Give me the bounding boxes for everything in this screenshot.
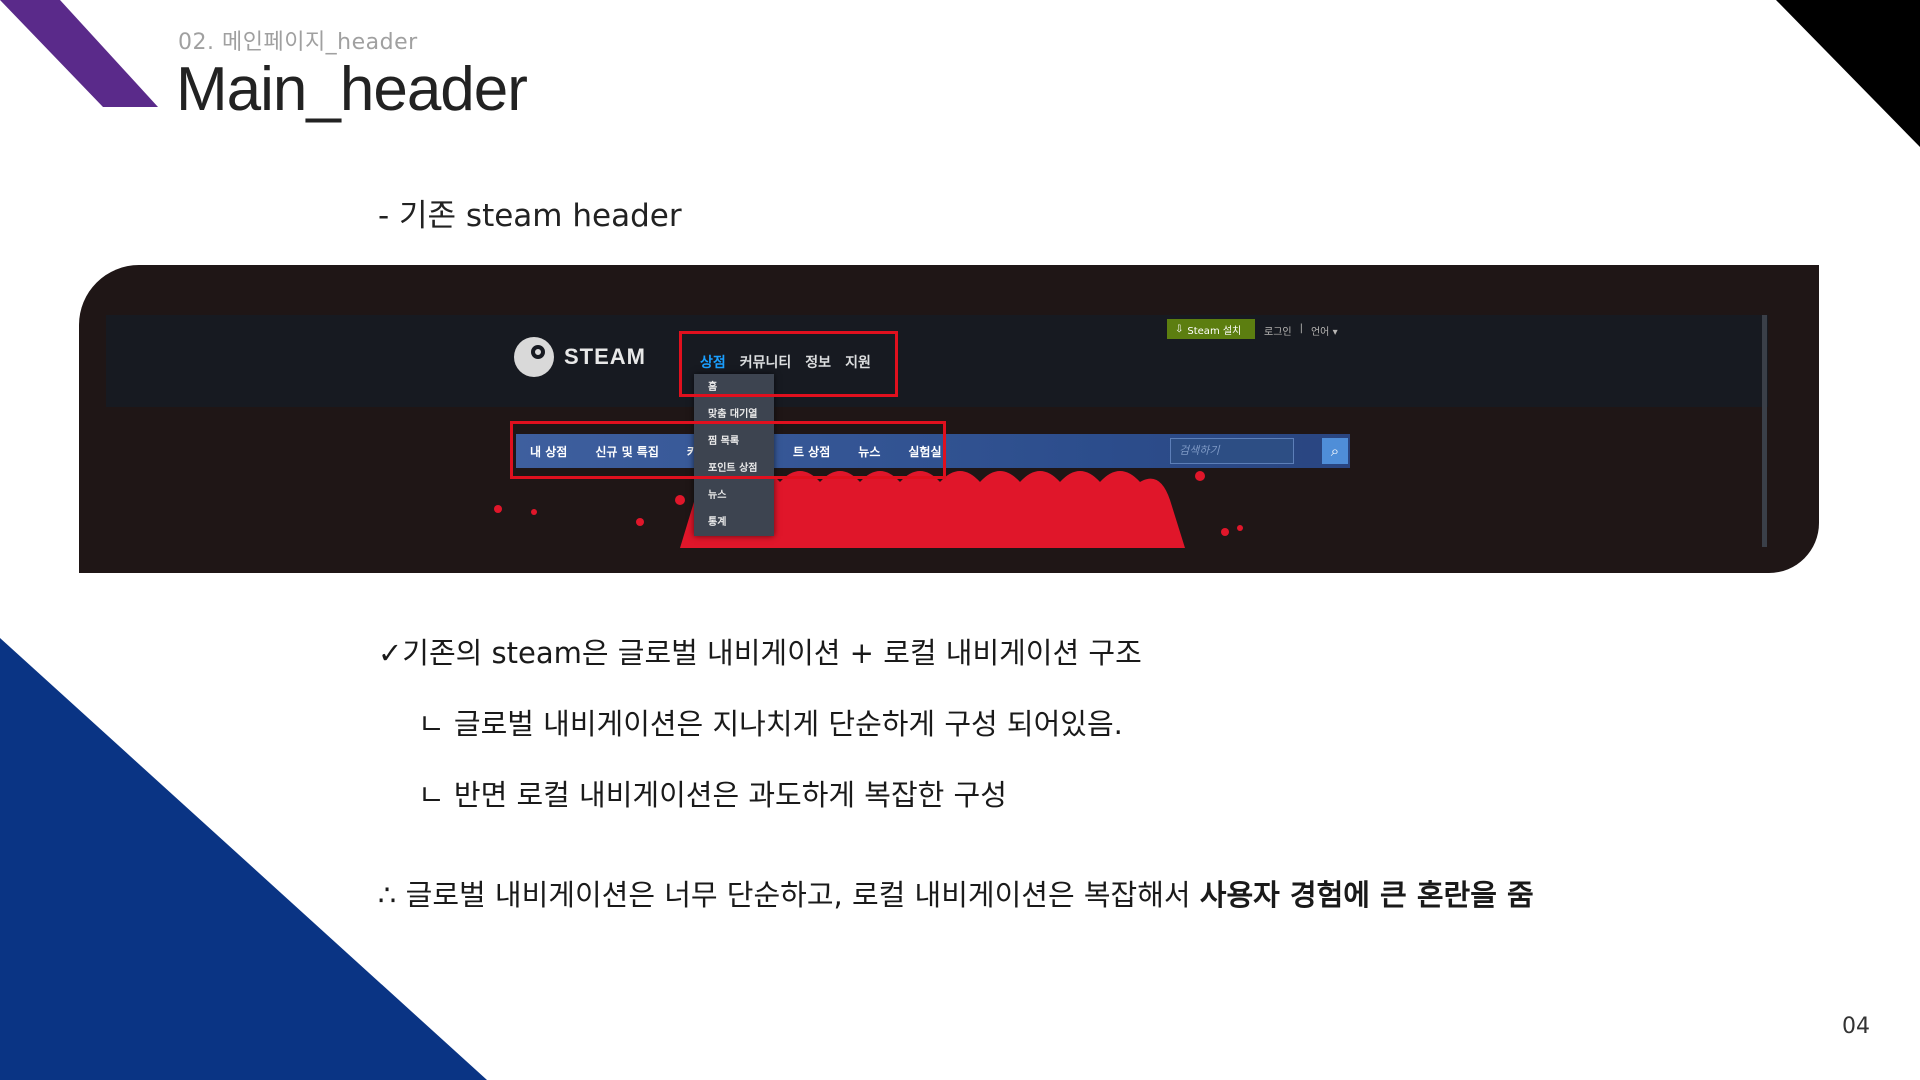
purple-stripe bbox=[0, 0, 158, 107]
util-divider: | bbox=[1299, 323, 1303, 334]
bullet-gnb-simple: ㄴ 글로벌 내비게이션은 지나치게 단순하게 구성 되어있음. bbox=[418, 707, 1123, 741]
bullet-lnb-complex: ㄴ 반면 로컬 내비게이션은 과도하게 복잡한 구성 bbox=[418, 778, 1007, 812]
steam-global-bar bbox=[106, 315, 1768, 407]
steam-screenshot-panel bbox=[79, 265, 1819, 573]
section-subtitle: 02. 메인페이지_header bbox=[178, 30, 418, 55]
gnb-highlight-box bbox=[679, 331, 898, 397]
steam-logo-icon bbox=[514, 337, 554, 377]
steam-install-button[interactable]: ⇩ Steam 설치 bbox=[1167, 319, 1255, 339]
lnb-highlight-box bbox=[510, 421, 946, 479]
dropdown-item-stats[interactable]: 통계 bbox=[694, 509, 774, 536]
search-icon[interactable]: ⌕ bbox=[1322, 438, 1348, 464]
page-number: 04 bbox=[1842, 1014, 1870, 1039]
steam-logo[interactable]: STEAM bbox=[514, 337, 646, 377]
conclusion-text: ∴ 글로벌 내비게이션은 너무 단순하고, 로컬 내비게이션은 복잡해서 사용자… bbox=[378, 872, 1534, 914]
black-corner bbox=[1776, 0, 1920, 147]
login-link[interactable]: 로그인 bbox=[1264, 323, 1292, 338]
intro-text: - 기존 steam header bbox=[378, 198, 682, 234]
page-title: Main_header bbox=[176, 55, 528, 124]
bullet-structure: ✓기존의 steam은 글로벌 내비게이션 + 로컬 내비게이션 구조 bbox=[378, 636, 1142, 670]
conclusion-bold: 사용자 경험에 큰 혼란을 줌 bbox=[1199, 878, 1534, 912]
screenshot-scrollbar bbox=[1762, 315, 1767, 547]
dropdown-item-news[interactable]: 뉴스 bbox=[694, 482, 774, 509]
steam-logo-text: STEAM bbox=[564, 344, 646, 369]
download-icon: ⇩ bbox=[1175, 323, 1184, 335]
conclusion-normal: ∴ 글로벌 내비게이션은 너무 단순하고, 로컬 내비게이션은 복잡해서 bbox=[378, 878, 1200, 912]
language-link[interactable]: 언어 ▾ bbox=[1311, 323, 1338, 338]
steam-search-input[interactable]: 검색하기 bbox=[1170, 438, 1294, 464]
navy-corner bbox=[0, 638, 487, 1080]
steam-util-links: 로그인 | 언어 ▾ bbox=[1264, 323, 1338, 338]
install-button-label: Steam 설치 bbox=[1187, 325, 1242, 337]
